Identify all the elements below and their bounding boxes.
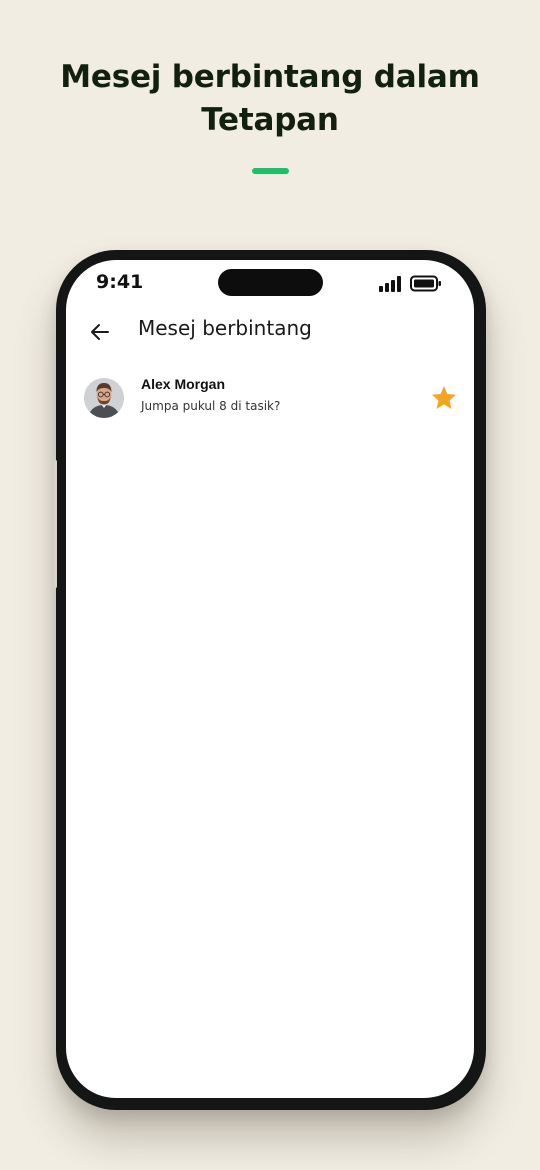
starred-message-item[interactable]: Alex Morgan Jumpa pukul 8 di tasik? [66, 370, 474, 428]
dynamic-island [218, 269, 323, 296]
headline-line-2: Tetapan [201, 102, 339, 138]
avatar [84, 378, 124, 418]
message-preview: Jumpa pukul 8 di tasik? [141, 399, 281, 413]
contact-name: Alex Morgan [141, 376, 226, 392]
page: Mesej berbintang dalam Tetapan 9:41 Mese… [0, 0, 540, 1170]
app-bar-title: Mesej berbintang [138, 316, 312, 340]
profile-photo [84, 378, 124, 418]
battery-full-icon [410, 275, 441, 292]
page-headline: Mesej berbintang dalam Tetapan [40, 56, 500, 142]
accent-underline [252, 168, 289, 174]
phone-side-button [54, 460, 57, 588]
star-filled-icon[interactable] [430, 384, 458, 412]
cellular-signal-icon [379, 276, 401, 292]
phone-screen: 9:41 Mesej berbintang Alex Morgan Jumpa … [66, 260, 474, 1098]
app-bar: Mesej berbintang [66, 306, 474, 362]
phone-frame: 9:41 Mesej berbintang Alex Morgan Jumpa … [54, 250, 486, 1110]
headline-line-1: Mesej berbintang dalam [60, 59, 480, 95]
status-time: 9:41 [96, 271, 144, 293]
arrow-left-icon [91, 324, 109, 340]
back-button[interactable] [80, 312, 120, 352]
status-bar: 9:41 [66, 260, 474, 306]
